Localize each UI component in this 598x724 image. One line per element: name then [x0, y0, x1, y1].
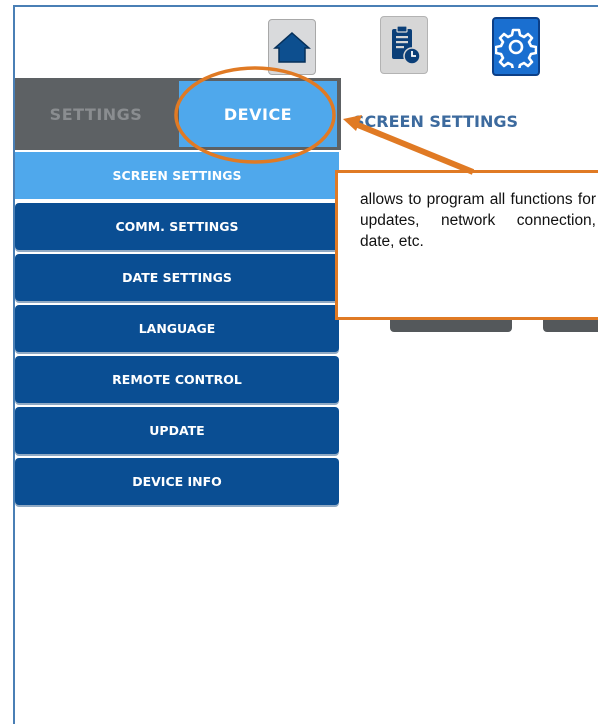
callout-arrow [351, 120, 475, 175]
highlight-circle [174, 66, 336, 164]
app-frame: SETTINGS DEVICE SCREEN SETTINGS COMM. SE… [13, 5, 598, 724]
annotation-overlay [174, 66, 475, 175]
